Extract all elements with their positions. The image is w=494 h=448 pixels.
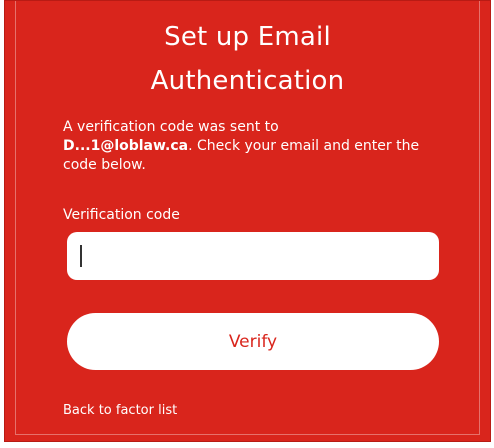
text-cursor <box>80 245 82 267</box>
message-intro: A verification code was sent to <box>63 119 279 135</box>
verification-code-input[interactable] <box>67 232 439 280</box>
masked-email: D...1@loblaw.ca <box>63 138 189 154</box>
title-line-1: Set up Email <box>164 22 331 52</box>
instruction-message: A verification code was sent to D...1@lob… <box>63 118 443 175</box>
verification-code-label: Verification code <box>63 207 180 223</box>
verify-button[interactable]: Verify <box>67 313 439 370</box>
back-to-factor-list-link[interactable]: Back to factor list <box>63 403 177 419</box>
page-title: Set up Email Authentication <box>5 15 490 103</box>
title-line-2: Authentication <box>150 66 345 96</box>
